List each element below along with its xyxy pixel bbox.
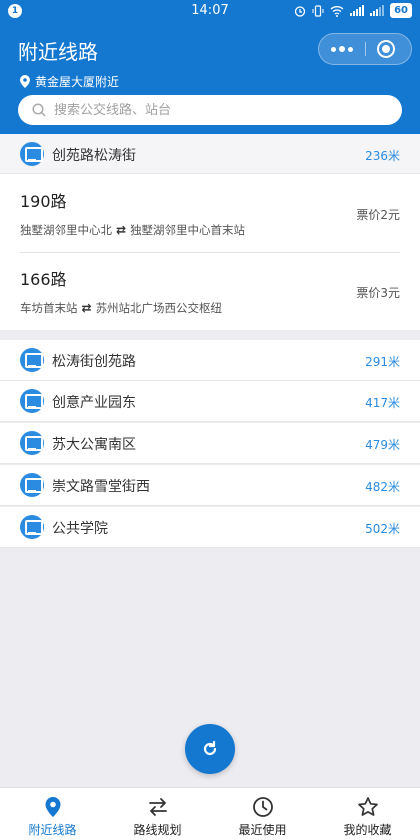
route-to: 苏州站北广场西公交枢纽 — [95, 301, 223, 315]
bus-stop-icon — [20, 348, 44, 372]
search-input[interactable] — [54, 102, 354, 118]
station-name: 创苑路松涛街 — [52, 148, 136, 164]
line-price: 票价3元 — [356, 286, 400, 300]
bus-stop-icon — [20, 431, 44, 455]
station-distance: 479米 — [365, 438, 400, 452]
dot-icon — [339, 46, 345, 52]
route-from: 独墅湖邻里中心北 — [20, 223, 112, 237]
bidirectional-arrow-icon: ⇄ — [81, 301, 92, 315]
dot-icon — [331, 46, 336, 52]
search-icon — [32, 103, 46, 117]
swap-arrows-icon — [148, 798, 167, 816]
tab-label: 我的收藏 — [343, 823, 392, 837]
station-name: 崇文路雪堂街西 — [52, 479, 150, 495]
station-item[interactable]: 苏大公寓南区 479米 — [0, 423, 420, 464]
route-from: 车坊首末站 — [20, 301, 78, 315]
station-name: 公共学院 — [52, 521, 108, 537]
search-bar[interactable] — [18, 95, 402, 125]
bus-stop-icon — [20, 389, 44, 413]
clock-icon — [252, 797, 273, 817]
nearest-station[interactable]: 创苑路松涛街 236米 — [0, 134, 420, 174]
star-icon — [357, 797, 378, 816]
station-distance: 236米 — [365, 149, 400, 163]
status-bar: 1 14:07 60 — [0, 0, 420, 22]
location-pin-icon — [45, 797, 60, 817]
station-item[interactable]: 崇文路雪堂街西 482米 — [0, 465, 420, 506]
alarm-icon — [294, 5, 306, 17]
station-distance: 482米 — [365, 480, 400, 494]
line-route: 独墅湖邻里中心北 ⇄ 独墅湖邻里中心首末站 — [20, 222, 245, 238]
refresh-button[interactable] — [185, 724, 235, 774]
tab-label: 附近线路 — [28, 823, 77, 837]
station-item[interactable]: 松涛街创苑路 291米 — [0, 340, 420, 381]
wifi-icon — [330, 5, 344, 17]
bus-line-list: 190路 独墅湖邻里中心北 ⇄ 独墅湖邻里中心首末站 票价2元 166路 车坊首… — [0, 174, 420, 330]
close-miniprogram-button[interactable] — [377, 40, 395, 58]
station-item[interactable]: 创意产业园东 417米 — [0, 381, 420, 422]
station-name: 苏大公寓南区 — [52, 437, 136, 453]
tab-recent[interactable]: 最近使用 — [210, 788, 315, 840]
station-distance: 502米 — [365, 522, 400, 536]
location-label: 黄金屋大厦附近 — [35, 75, 120, 89]
bidirectional-arrow-icon: ⇄ — [116, 223, 127, 237]
line-number: 166路 — [20, 270, 67, 289]
signal-icon — [370, 5, 385, 16]
capsule-divider — [365, 42, 366, 56]
bus-line-item[interactable]: 166路 车坊首末站 ⇄ 苏州站北广场西公交枢纽 票价3元 — [0, 252, 420, 330]
app-header: 附近线路 黄金屋大厦附近 — [0, 22, 420, 134]
battery-level: 60 — [390, 3, 412, 18]
tab-route-planning[interactable]: 路线规划 — [105, 788, 210, 840]
status-icons: 60 — [294, 3, 412, 18]
route-to: 独墅湖邻里中心首末站 — [130, 223, 246, 237]
bus-stop-icon — [20, 142, 44, 166]
bus-line-item[interactable]: 190路 独墅湖邻里中心北 ⇄ 独墅湖邻里中心首末站 票价2元 — [0, 174, 420, 252]
location-pin-icon — [20, 75, 30, 88]
bus-stop-icon — [20, 473, 44, 497]
refresh-icon — [203, 740, 217, 756]
signal-icon — [350, 5, 365, 16]
station-item[interactable]: 公共学院 502米 — [0, 507, 420, 548]
tab-nearby-lines[interactable]: 附近线路 — [0, 788, 105, 840]
line-price: 票价2元 — [356, 208, 400, 222]
tab-label: 最近使用 — [238, 823, 287, 837]
page-title: 附近线路 — [18, 40, 98, 64]
station-name: 松涛街创苑路 — [52, 354, 136, 370]
bottom-tab-bar: 附近线路 路线规划 最近使用 我的收藏 — [0, 787, 420, 840]
station-distance: 291米 — [365, 355, 400, 369]
mini-program-capsule — [318, 33, 412, 65]
tab-label: 路线规划 — [133, 823, 182, 837]
dot-icon — [348, 46, 353, 52]
more-menu-button[interactable] — [319, 34, 365, 64]
bus-stop-icon — [20, 515, 44, 539]
station-distance: 417米 — [365, 396, 400, 410]
current-location[interactable]: 黄金屋大厦附近 — [20, 73, 119, 90]
vibrate-icon — [312, 4, 324, 17]
line-number: 190路 — [20, 192, 67, 211]
line-route: 车坊首末站 ⇄ 苏州站北广场西公交枢纽 — [20, 300, 222, 316]
tab-favorites[interactable]: 我的收藏 — [315, 788, 420, 840]
station-name: 创意产业园东 — [52, 395, 136, 411]
